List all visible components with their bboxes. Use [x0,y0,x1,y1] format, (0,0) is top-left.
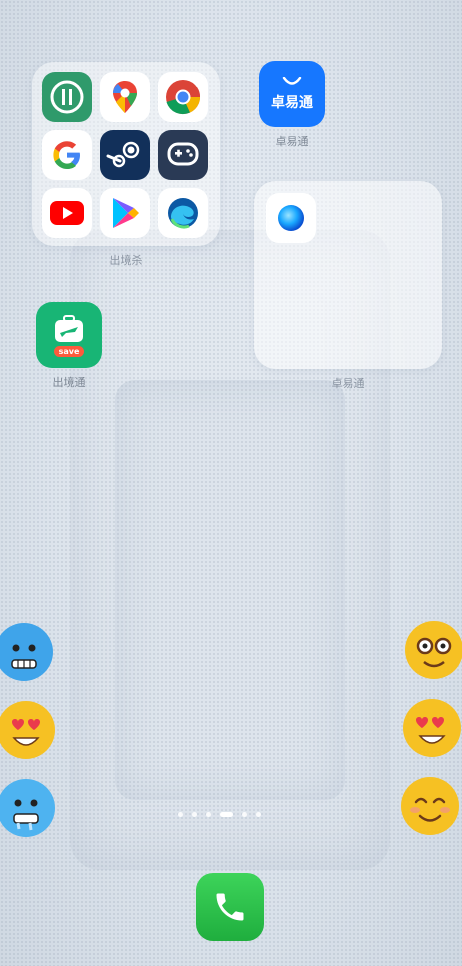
cold-face-emoji-left-bottom [0,779,55,837]
travel-badge: save [53,345,85,357]
page-dot-3[interactable] [206,812,211,817]
game-center-app[interactable] [158,130,208,180]
phone-icon [216,893,244,921]
youtube-app[interactable] [42,188,92,238]
authenticator-icon [50,80,84,114]
play-store-app[interactable] [100,188,150,238]
travel-app[interactable]: save [36,302,102,368]
authenticator-app[interactable] [42,72,92,122]
phone-app[interactable] [196,873,264,941]
page-dot-4-active[interactable] [220,812,233,817]
smiling-face-emoji-right [401,777,459,835]
browser-app[interactable] [266,193,316,243]
page-dot-1[interactable] [178,812,183,817]
google-icon [53,141,80,169]
cold-face-emoji-left-top [0,623,53,681]
chrome-app[interactable] [158,72,208,122]
folder-left-label: 出境杀 [109,254,143,267]
steam-app[interactable] [100,130,150,180]
wallpaper-tunnel-inner [115,380,345,800]
page-indicator[interactable] [178,812,261,817]
suitcase-plane-icon [55,314,83,342]
page-dot-5[interactable] [242,812,247,817]
heart-eyes-emoji-left [0,701,55,759]
chrome-icon [166,80,201,115]
play-store-icon [113,198,139,228]
steam-icon [106,141,140,168]
orb-icon [278,205,304,231]
google-maps-app[interactable] [100,72,150,122]
google-maps-icon [113,81,137,113]
youtube-icon [50,201,84,225]
page-dot-2[interactable] [192,812,197,817]
edge-icon [168,198,198,229]
store-app-label: 卓易通 [275,135,309,148]
bag-handle-icon [282,76,302,85]
nerd-face-emoji-right [405,621,462,679]
store-app-badge: 卓易通 [271,94,313,111]
travel-app-label: 出境通 [52,376,86,389]
google-app[interactable] [42,130,92,180]
edge-app[interactable] [158,188,208,238]
page-dot-6[interactable] [256,812,261,817]
folder-right-label: 卓易通 [331,377,365,390]
heart-eyes-emoji-right [403,699,461,757]
gamepad-icon [167,142,199,166]
store-app[interactable]: 卓易通 [259,61,325,127]
